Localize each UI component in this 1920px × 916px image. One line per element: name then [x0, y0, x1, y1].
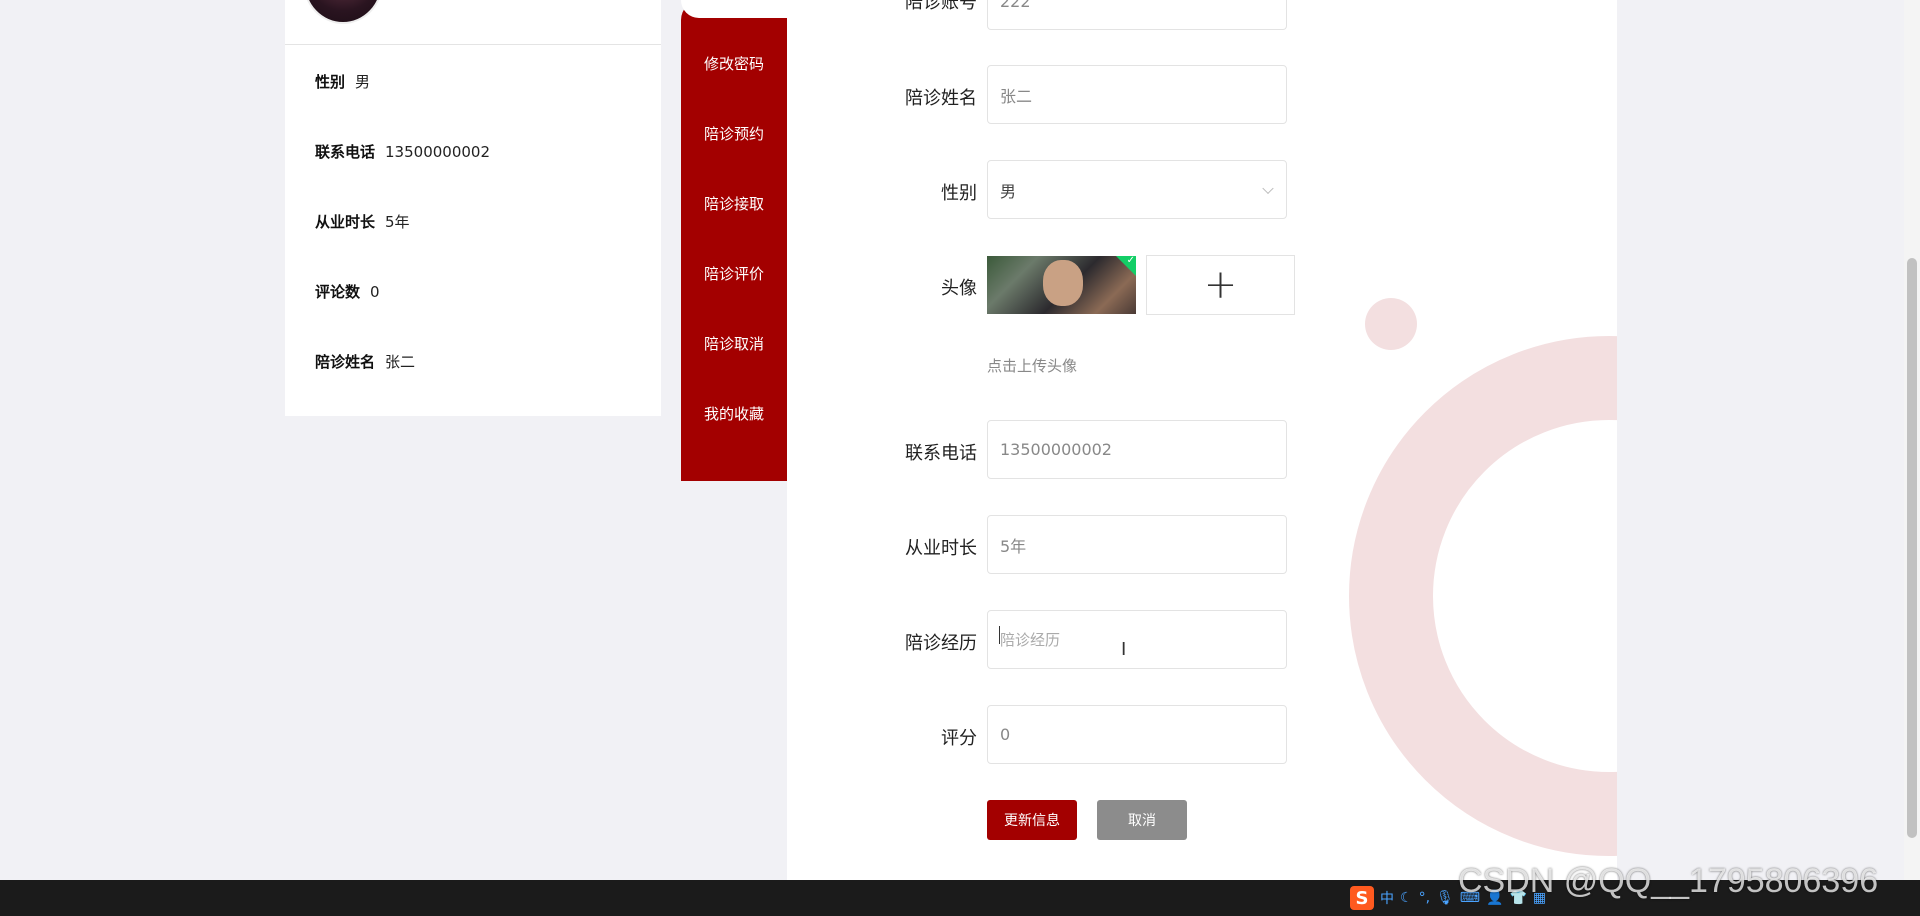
experience-label: 从业时长 — [905, 538, 977, 559]
page-scrollbar[interactable] — [1904, 0, 1920, 880]
profile-phone-label: 联系电话 — [315, 143, 376, 161]
history-placeholder: 陪诊经历 — [1000, 631, 1061, 649]
profile-name-value: 张二 — [385, 353, 416, 371]
watermark: CSDN @QQ__1795806396 — [1458, 862, 1879, 900]
phone-input[interactable]: 13500000002 — [987, 420, 1287, 479]
gender-select[interactable]: 男 — [987, 160, 1287, 219]
account-label: 陪诊账号 — [905, 0, 977, 13]
update-info-button[interactable]: 更新信息 — [987, 800, 1077, 840]
decoration-ring — [1349, 336, 1617, 856]
name-input[interactable]: 张二 — [987, 65, 1287, 124]
side-menu: 修改密码 陪诊预约 陪诊接取 陪诊评价 陪诊取消 我的收藏 — [681, 0, 787, 481]
menu-item-accept-orders[interactable]: 陪诊接取 — [681, 193, 787, 214]
profile-phone-row: 联系电话 13500000002 — [315, 141, 490, 162]
account-value: 222 — [1000, 0, 1031, 11]
avatar-face — [1043, 260, 1083, 306]
menu-item-favorites[interactable]: 我的收藏 — [681, 403, 787, 424]
score-value: 0 — [1000, 725, 1011, 744]
profile-gender-row: 性别男 — [315, 71, 370, 92]
history-input[interactable]: 陪诊经历 — [987, 610, 1287, 669]
gender-value: 男 — [1000, 181, 1017, 201]
menu-item-cancellations[interactable]: 陪诊取消 — [681, 333, 787, 354]
profile-phone-value: 13500000002 — [385, 143, 490, 161]
score-label: 评分 — [941, 728, 977, 749]
cancel-button[interactable]: 取消 — [1097, 800, 1187, 840]
microphone-icon[interactable]: 🎙 — [1436, 890, 1454, 906]
experience-input[interactable]: 5年 — [987, 515, 1287, 574]
scrollbar-thumb[interactable] — [1907, 258, 1917, 838]
phone-value: 13500000002 — [1000, 440, 1112, 459]
profile-comments-label: 评论数 — [315, 283, 361, 301]
punctuation-icon[interactable]: °, — [1419, 890, 1430, 906]
name-value: 张二 — [1000, 86, 1033, 106]
side-menu-cap — [681, 0, 787, 18]
experience-value: 5年 — [1000, 536, 1027, 556]
profile-experience-row: 从业时长 5年 — [315, 211, 410, 232]
profile-divider — [285, 44, 661, 45]
phone-label: 联系电话 — [905, 443, 977, 464]
avatar-upload-hint: 点击上传头像 — [987, 357, 1078, 375]
score-input[interactable]: 0 — [987, 705, 1287, 764]
menu-item-change-password[interactable]: 修改密码 — [681, 53, 787, 74]
profile-experience-label: 从业时长 — [315, 213, 376, 231]
profile-comments-value: 0 — [370, 283, 380, 301]
profile-experience-value: 5年 — [385, 213, 410, 231]
profile-gender-value: 男 — [355, 73, 371, 91]
account-input[interactable]: 222 — [987, 0, 1287, 30]
ibeam-cursor-icon: I — [1121, 639, 1127, 660]
menu-item-appointments[interactable]: 陪诊预约 — [681, 123, 787, 144]
profile-gender-label: 性别 — [315, 73, 346, 91]
history-label: 陪诊经历 — [905, 633, 977, 654]
chevron-down-icon — [1262, 182, 1274, 194]
profile-card: 性别男 联系电话 13500000002 从业时长 5年 评论数 0 陪诊姓名 张二 — [285, 0, 661, 416]
profile-name-label: 陪诊姓名 — [315, 353, 376, 371]
profile-name-row: 陪诊姓名 张二 — [315, 351, 415, 372]
name-label: 陪诊姓名 — [905, 88, 977, 109]
moon-icon[interactable]: ☾ — [1400, 890, 1413, 906]
avatar-upload-button[interactable]: + — [1146, 255, 1295, 315]
text-caret — [999, 626, 1000, 644]
decoration-dot — [1365, 298, 1417, 350]
ime-mode-indicator[interactable]: 中 — [1380, 888, 1394, 908]
avatar-label: 头像 — [941, 278, 977, 299]
menu-item-reviews[interactable]: 陪诊评价 — [681, 263, 787, 284]
profile-avatar — [303, 0, 383, 24]
upload-success-icon — [1116, 256, 1136, 276]
main-panel: 陪诊账号 222 陪诊姓名 张二 性别 男 头像 + 点击上传头像 联系电话 1… — [787, 0, 1617, 880]
sogou-ime-icon[interactable]: S — [1350, 886, 1374, 910]
profile-comments-row: 评论数 0 — [315, 281, 380, 302]
avatar-thumbnail[interactable] — [987, 256, 1136, 314]
gender-label: 性别 — [941, 183, 977, 204]
plus-icon: + — [1203, 262, 1238, 308]
